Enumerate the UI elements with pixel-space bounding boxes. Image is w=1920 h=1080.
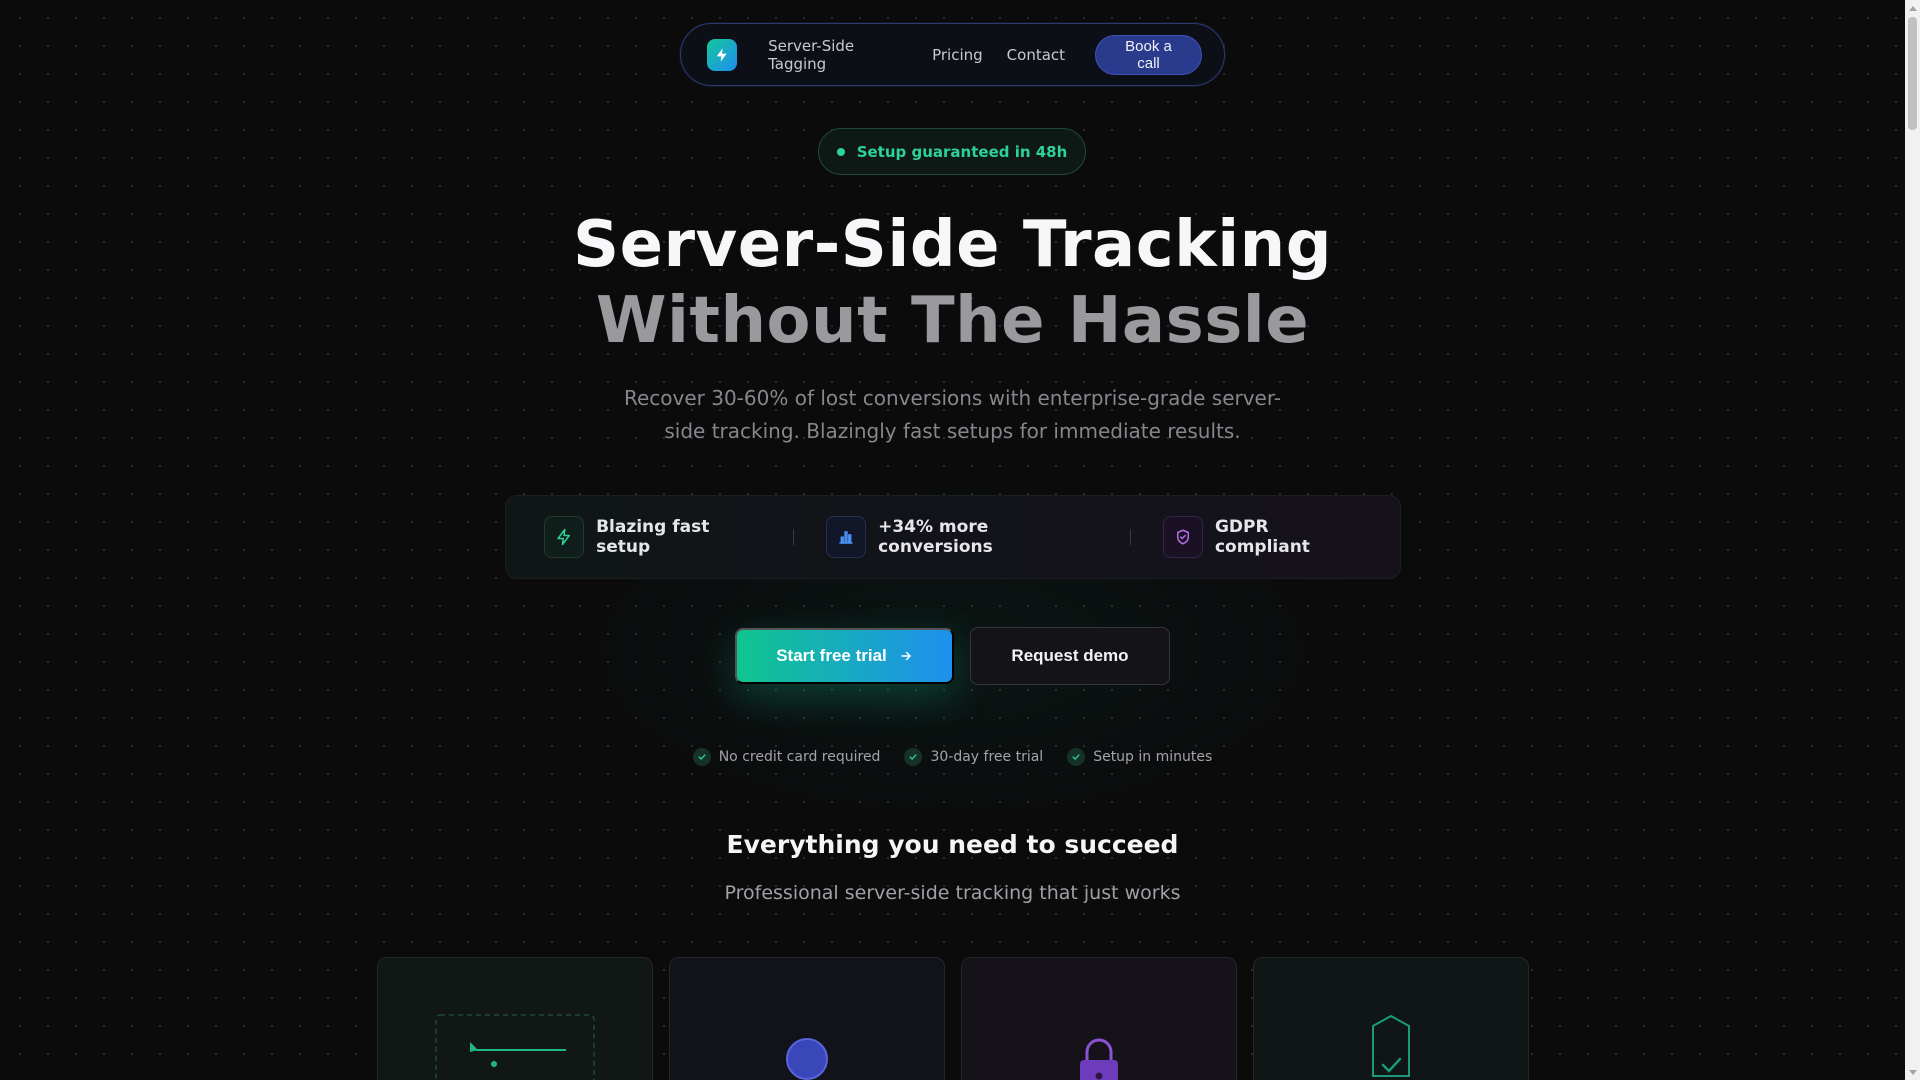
hero-title-line2: Without The Hassle [595,284,1310,358]
nav-link-contact[interactable]: Contact [1007,46,1065,64]
check-icon [692,748,711,766]
lightning-icon [544,516,585,558]
setup-badge: Setup guaranteed in 48h [818,128,1086,175]
feature-label: +34% more conversions [878,517,993,557]
trust-item: No credit card required [692,748,881,766]
divider [793,529,794,545]
scroll-down-arrow-icon[interactable] [1905,1065,1920,1080]
feature-gdpr: GDPR compliant [1162,516,1362,558]
shield-icon [1162,516,1203,558]
feature-card-security[interactable] [961,957,1237,1080]
feature-strip: Blazing fast setup +34% more conversions… [505,495,1401,579]
lightning-icon [716,47,727,62]
trust-label: No credit card required [718,749,881,765]
shield-check-icon [1372,1014,1410,1077]
trust-label: 30-day free trial [930,749,1044,765]
divider [1129,529,1131,545]
nav-link-pricing[interactable]: Pricing [932,46,983,64]
badge-text: Setup guaranteed in 48h [856,142,1068,161]
feature-fast-setup: Blazing fast setup [544,516,761,558]
feature-label: Blazing fast setup [596,517,710,557]
start-free-trial-button[interactable]: Start free trial [735,628,954,684]
hero-glow [0,420,1905,840]
nav-link-server-side-tagging[interactable]: Server-Side Tagging [768,37,908,73]
status-dot [836,147,845,156]
request-demo-button[interactable]: Request demo [970,627,1170,685]
vertical-scrollbar[interactable] [1905,0,1920,1080]
feature-label: GDPR compliant [1214,517,1310,557]
book-call-button[interactable]: Book a call [1095,34,1202,75]
trust-item: Setup in minutes [1067,748,1212,766]
top-navigation: Server-Side Tagging Pricing Contact Book… [680,23,1225,86]
section-title: Everything you need to succeed [726,830,1179,859]
hero-title-line1: Server-Side Tracking [572,208,1333,282]
hero-subtitle: Recover 30-60% of lost conversions with … [623,386,1282,443]
scrollbar-thumb[interactable] [1908,17,1917,130]
arrow-right-icon [900,651,911,661]
bar-chart-icon [825,516,867,558]
section-subtitle: Professional server-side tracking that j… [724,882,1181,904]
feature-card-global[interactable] [669,957,945,1080]
check-icon [1067,748,1086,766]
button-label: Start free trial [776,646,887,665]
scroll-up-arrow-icon[interactable] [1905,0,1920,15]
logo[interactable] [707,38,738,71]
feature-conversions: +34% more conversions [825,516,1098,558]
trust-label: Setup in minutes [1093,749,1213,765]
check-icon [904,748,923,766]
globe-icon [786,1038,828,1080]
feature-card-compliance[interactable] [1253,957,1529,1080]
tracking-chart-icon [435,1014,595,1080]
trust-indicators: No credit card required 30-day free tria… [0,748,1905,766]
trust-item: 30-day free trial [904,748,1043,766]
feature-card-tracking[interactable] [377,957,653,1080]
lock-icon [1080,1038,1118,1080]
